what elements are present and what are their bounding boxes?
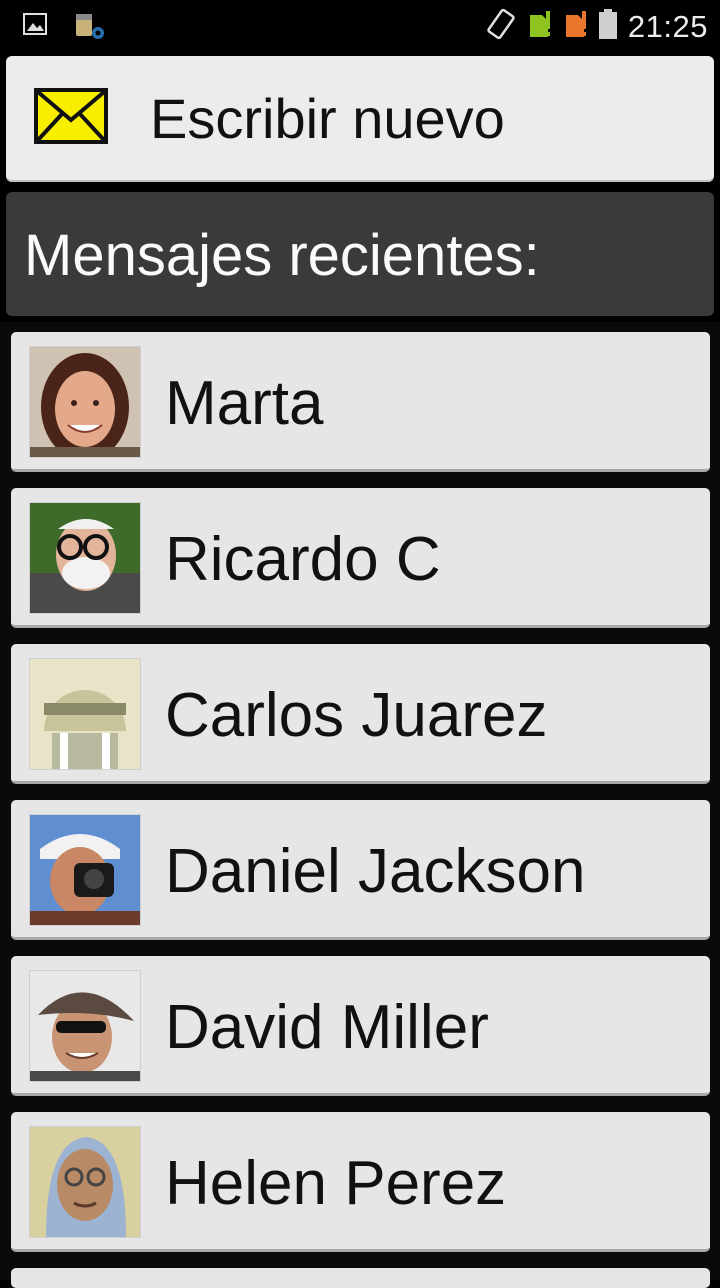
recent-messages-list: Marta Ricardo C Carlos Juarez Daniel Jac… bbox=[0, 322, 720, 1280]
list-item[interactable]: David Miller bbox=[11, 956, 710, 1096]
contact-avatar bbox=[29, 1126, 141, 1238]
sd-card-settings-icon bbox=[74, 12, 106, 45]
contact-name: Carlos Juarez bbox=[165, 681, 548, 750]
list-item[interactable]: Marta bbox=[11, 332, 710, 472]
battery-icon bbox=[598, 8, 618, 45]
contact-name: Marta bbox=[165, 369, 324, 438]
list-item[interactable]: Ricardo C bbox=[11, 488, 710, 628]
list-item[interactable]: Daniel Jackson bbox=[11, 800, 710, 940]
list-item[interactable]: Carlos Juarez bbox=[11, 644, 710, 784]
status-clock: 21:25 bbox=[627, 8, 708, 44]
list-item-partial[interactable] bbox=[11, 1268, 710, 1288]
contact-avatar bbox=[29, 346, 141, 458]
contact-avatar bbox=[29, 658, 141, 770]
list-item[interactable]: Helen Perez bbox=[11, 1112, 710, 1252]
contact-name: David Miller bbox=[165, 993, 489, 1062]
status-bar: 21:25 bbox=[0, 0, 720, 50]
gallery-icon bbox=[22, 12, 48, 45]
contact-avatar bbox=[29, 970, 141, 1082]
contact-name: Helen Perez bbox=[165, 1149, 507, 1218]
sim1-signal-icon bbox=[526, 9, 552, 44]
compose-new-label: Escribir nuevo bbox=[150, 87, 505, 150]
contact-name: Daniel Jackson bbox=[165, 837, 586, 906]
compose-new-button[interactable]: Escribir nuevo bbox=[6, 56, 714, 182]
recent-messages-title: Mensajes recientes: bbox=[24, 223, 540, 288]
recent-messages-header: Mensajes recientes: bbox=[6, 192, 714, 316]
contact-avatar bbox=[29, 502, 141, 614]
contact-avatar bbox=[29, 814, 141, 926]
status-right-icons: 21:25 bbox=[486, 8, 708, 45]
sim2-signal-icon bbox=[562, 9, 588, 44]
screen-rotation-icon bbox=[486, 8, 516, 45]
envelope-icon bbox=[34, 88, 108, 149]
contact-name: Ricardo C bbox=[165, 525, 441, 594]
status-left-icons bbox=[22, 12, 106, 45]
